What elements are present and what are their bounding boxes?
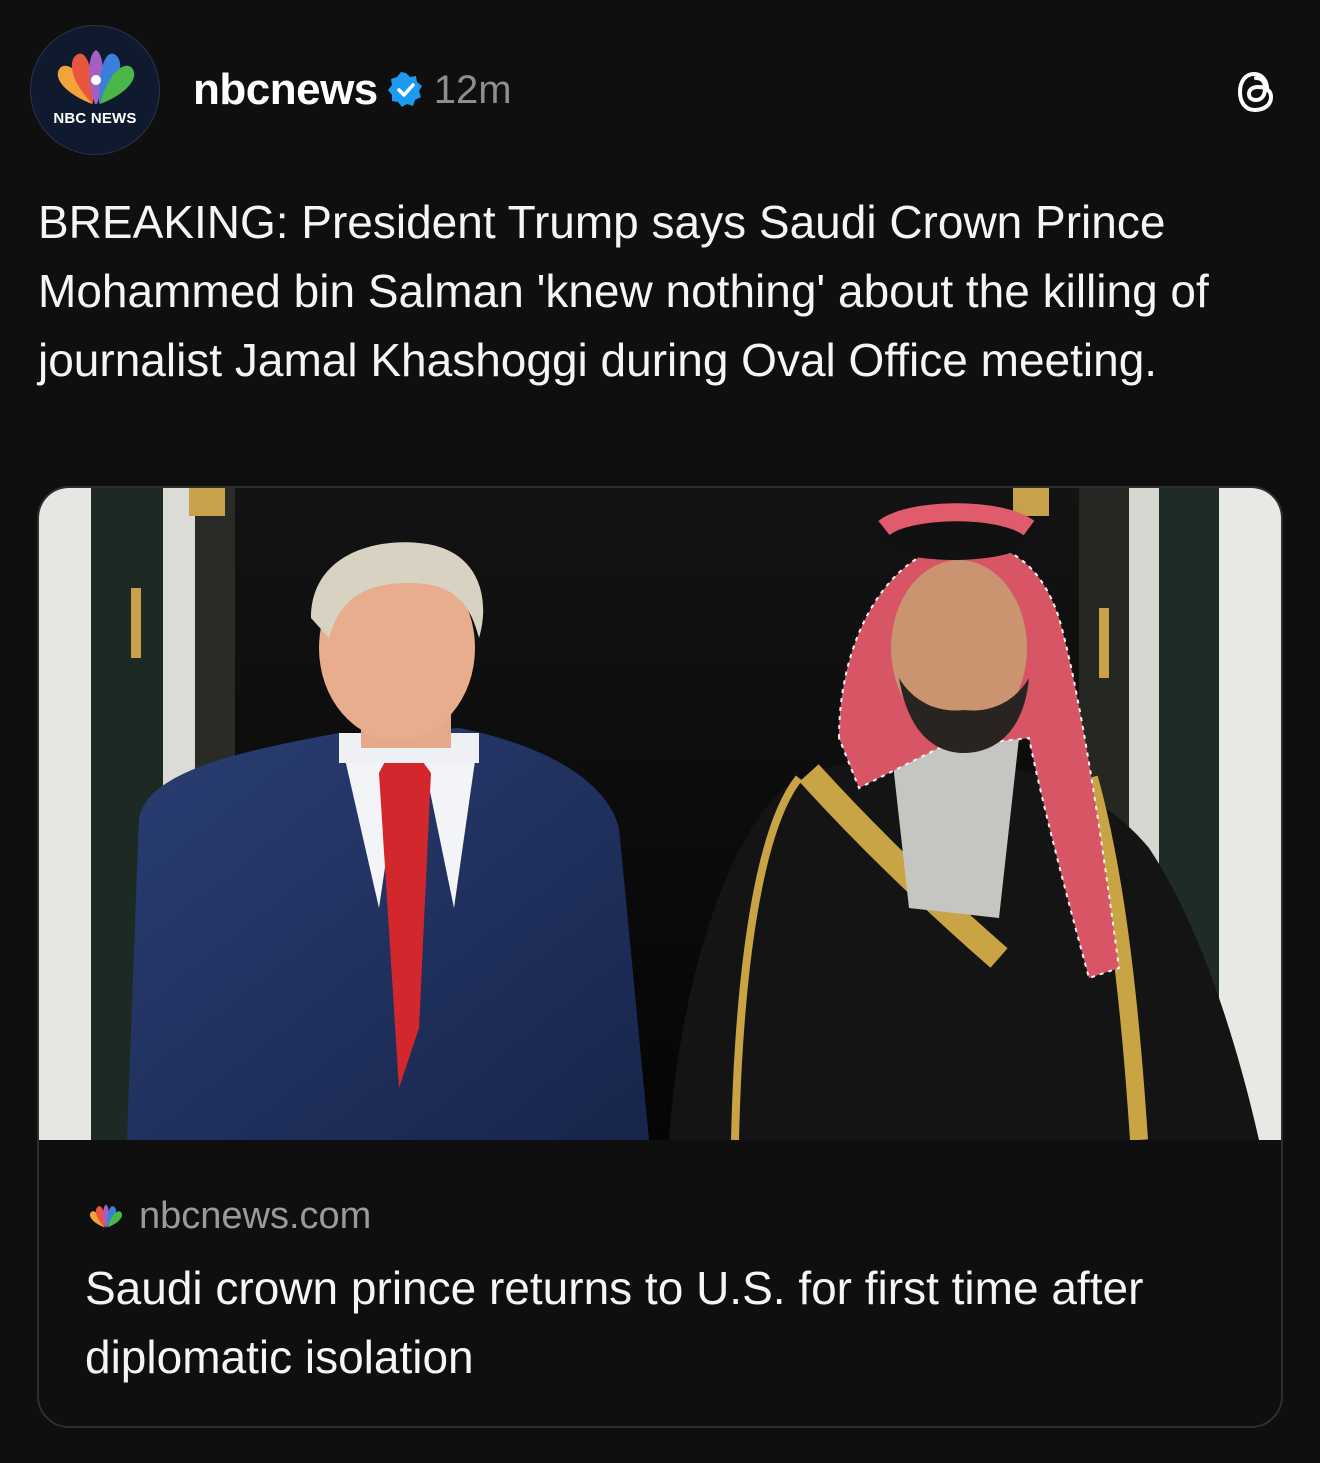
verified-badge-icon xyxy=(387,72,422,107)
nbc-peacock-icon xyxy=(57,50,135,104)
threads-icon[interactable] xyxy=(1233,68,1281,116)
post-time: 12m xyxy=(433,67,512,112)
post-header: nbcnews 12m xyxy=(193,60,512,120)
avatar-brand-label: NBC NEWS xyxy=(53,110,137,127)
link-title[interactable]: Saudi crown prince returns to U.S. for f… xyxy=(85,1254,1245,1392)
username[interactable]: nbcnews xyxy=(193,65,378,115)
post-text: BREAKING: President Trump says Saudi Cro… xyxy=(38,196,1209,386)
link-domain-text: nbcnews.com xyxy=(139,1194,372,1237)
link-preview-card[interactable]: nbcnews.com Saudi crown prince returns t… xyxy=(37,486,1283,1428)
article-photo xyxy=(39,488,1281,1140)
profile-avatar[interactable]: NBC NEWS xyxy=(30,25,160,155)
link-domain: nbcnews.com xyxy=(85,1194,371,1238)
nbc-peacock-icon xyxy=(89,1204,123,1228)
